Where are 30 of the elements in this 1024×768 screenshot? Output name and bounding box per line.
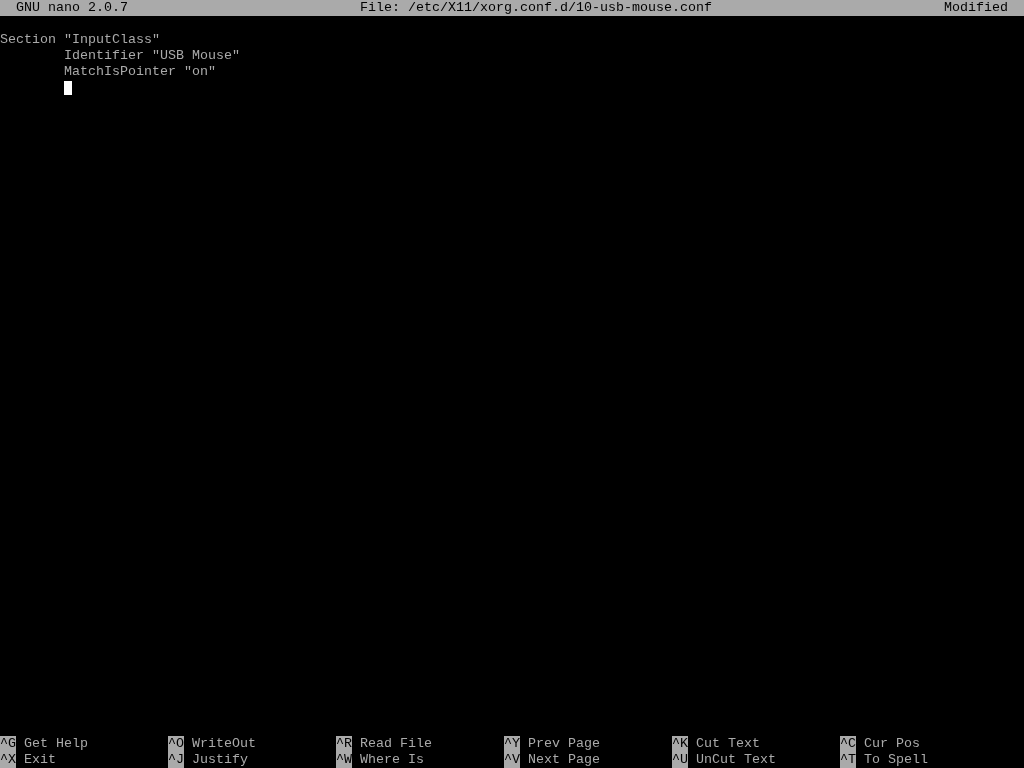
modified-status: Modified [944, 0, 1008, 16]
code-line: Section "InputClass" [0, 32, 160, 48]
shortcut-label: Next Page [528, 752, 600, 768]
shortcut-key: ^G [0, 736, 16, 752]
shortcut-key: ^W [336, 752, 352, 768]
shortcut-key: ^V [504, 752, 520, 768]
shortcut-key: ^T [840, 752, 856, 768]
shortcut-label: Justify [192, 752, 248, 768]
file-path: File: /etc/X11/xorg.conf.d/10-usb-mouse.conf [360, 0, 712, 16]
code-line: Identifier "USB Mouse" [63, 48, 240, 64]
shortcut-label: WriteOut [192, 736, 256, 752]
shortcut-label: Get Help [24, 736, 88, 752]
shortcut-key: ^U [672, 752, 688, 768]
shortcut-key: ^C [840, 736, 856, 752]
shortcut-key: ^J [168, 752, 184, 768]
code-line: MatchIsPointer "on" [63, 64, 216, 80]
app-version: GNU nano 2.0.7 [16, 0, 128, 16]
shortcut-label: Where Is [360, 752, 424, 768]
shortcut-key: ^K [672, 736, 688, 752]
shortcut-label: UnCut Text [696, 752, 776, 768]
shortcut-label: Cur Pos [864, 736, 920, 752]
shortcut-key: ^O [168, 736, 184, 752]
shortcut-label: To Spell [864, 752, 928, 768]
shortcut-label: Read File [360, 736, 432, 752]
shortcut-label: Prev Page [528, 736, 600, 752]
shortcut-label: Cut Text [696, 736, 760, 752]
shortcut-key: ^Y [504, 736, 520, 752]
shortcut-key: ^X [0, 752, 16, 768]
shortcut-key: ^R [336, 736, 352, 752]
shortcut-label: Exit [24, 752, 56, 768]
